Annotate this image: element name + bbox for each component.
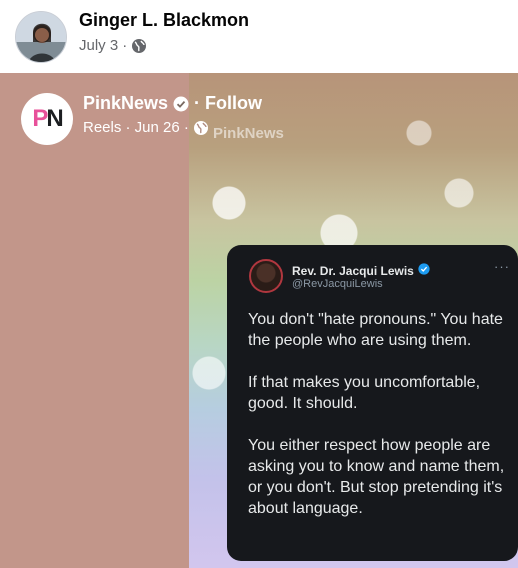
reel-left-panel [0, 73, 189, 568]
pinknews-logo[interactable]: PN [21, 93, 73, 145]
avatar-photo [16, 12, 66, 62]
post-header: Ginger L. Blackmon July 3 · [0, 0, 518, 73]
logo-letter-p: P [32, 105, 48, 132]
globe-icon [193, 120, 209, 136]
author-name[interactable]: Ginger L. Blackmon [79, 10, 249, 31]
tweet-body: You don't "hate pronouns." You hate the … [248, 309, 514, 540]
shared-reel[interactable]: PN PinkNews · Follow Reels · Jun 26 · Pi… [0, 73, 518, 568]
page-name-row: PinkNews · Follow [83, 93, 262, 114]
logo-letter-n: N [46, 105, 63, 132]
post-date[interactable]: July 3 [79, 37, 118, 54]
author-avatar[interactable] [15, 11, 67, 63]
verified-badge-icon [173, 96, 189, 112]
reel-meta: Reels · Jun 26 · [83, 119, 209, 136]
globe-icon [131, 38, 147, 54]
reel-meta-text: Reels · Jun 26 · [83, 119, 189, 136]
more-options-icon: ··· [494, 259, 510, 274]
verified-badge-icon [418, 262, 430, 280]
tweet-card: Rev. Dr. Jacqui Lewis @RevJacquiLewis ··… [227, 245, 518, 561]
page-name[interactable]: PinkNews [83, 93, 168, 114]
tweet-author-avatar [249, 259, 283, 293]
pinknews-watermark: PinkNews [213, 125, 284, 142]
tweet-paragraph: If that makes you uncomfortable, good. I… [248, 374, 481, 412]
tweet-author-name: Rev. Dr. Jacqui Lewis [292, 264, 414, 278]
tweet-paragraph: You either respect how people are asking… [248, 437, 505, 517]
tweet-paragraph: You don't "hate pronouns." You hate the … [248, 311, 503, 349]
meta-separator: · [122, 37, 128, 54]
tweet-author-handle: @RevJacquiLewis [292, 278, 383, 290]
post-meta: July 3 · [79, 37, 147, 54]
follow-button[interactable]: Follow [205, 93, 262, 114]
follow-separator: · [194, 93, 201, 113]
